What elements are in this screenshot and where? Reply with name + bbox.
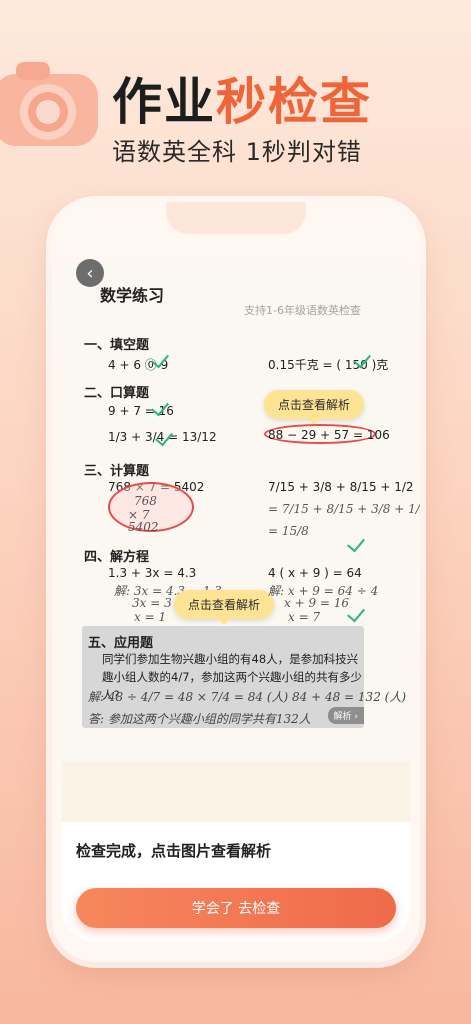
camera-illustration-icon bbox=[0, 62, 98, 146]
sheet-title: 数学练习 bbox=[100, 286, 165, 305]
hero-title: 作业秒检查 bbox=[112, 62, 372, 134]
problem-9: 4 ( x + 9 ) = 64 bbox=[268, 566, 362, 580]
handwriting: x = 1 bbox=[134, 610, 167, 624]
phone-notch bbox=[166, 202, 306, 234]
handwriting: 768 bbox=[134, 494, 157, 508]
chevron-left-icon: ‹ bbox=[86, 262, 94, 284]
problem-5: 88 − 29 + 57 = 106 bbox=[268, 428, 390, 442]
hero-title-accent: 秒检查 bbox=[216, 73, 372, 131]
problem-2: 0.15千克 = ( 150 )克 bbox=[268, 358, 389, 372]
phone-mockup: ‹ 数学练习 支持1-6年级语数英检查 一、填空题 4 + 6 ⓪ 9 0.15… bbox=[52, 202, 420, 962]
handwriting: x = 7 bbox=[288, 610, 321, 624]
analysis-tooltip[interactable]: 点击查看解析 bbox=[174, 590, 275, 625]
check-complete-text: 检查完成，点击图片查看解析 bbox=[76, 842, 272, 860]
sheet-footer-band bbox=[62, 762, 410, 822]
section-calc-title: 三、计算题 bbox=[84, 464, 150, 479]
application-problem[interactable]: 五、应用题 同学们参加生物兴趣小组的有48人，是参加科技兴趣小组人数的4/7，参… bbox=[82, 626, 406, 728]
section-oral-title: 二、口算题 bbox=[84, 386, 150, 401]
handwriting: 解: 48 ÷ 4/7 = 48 × 7/4 = 84 (人) 84 + 48 … bbox=[88, 690, 407, 704]
handwriting: x + 9 = 16 bbox=[284, 596, 350, 610]
handwriting: = 15/8 bbox=[268, 524, 309, 538]
problem-8: 1.3 + 3x = 4.3 bbox=[108, 566, 197, 580]
section-application-title: 五、应用题 bbox=[88, 636, 154, 651]
analysis-button[interactable]: 解析 › bbox=[327, 707, 364, 724]
sheet-support-note: 支持1-6年级语数英检查 bbox=[244, 304, 361, 317]
handwriting: 3x = 3 bbox=[132, 596, 172, 610]
handwriting: 答: 参加这两个兴趣小组的同学共有132人 bbox=[88, 712, 311, 726]
section-fill-title: 一、填空题 bbox=[84, 338, 150, 353]
handwriting: 5402 bbox=[128, 520, 159, 534]
learned-go-check-button[interactable]: 学会了 去检查 bbox=[76, 888, 396, 928]
analysis-tooltip[interactable]: 点击查看解析 bbox=[264, 390, 365, 425]
hero-subtitle: 语数英全科 1秒判对错 bbox=[112, 138, 362, 166]
hero-title-main: 作业 bbox=[112, 73, 216, 131]
handwriting: = 7/15 + 8/15 + 3/8 + 1/2 bbox=[268, 502, 420, 516]
section-equation-title: 四、解方程 bbox=[84, 550, 150, 565]
problem-7: 7/15 + 3/8 + 8/15 + 1/2 bbox=[268, 480, 414, 494]
